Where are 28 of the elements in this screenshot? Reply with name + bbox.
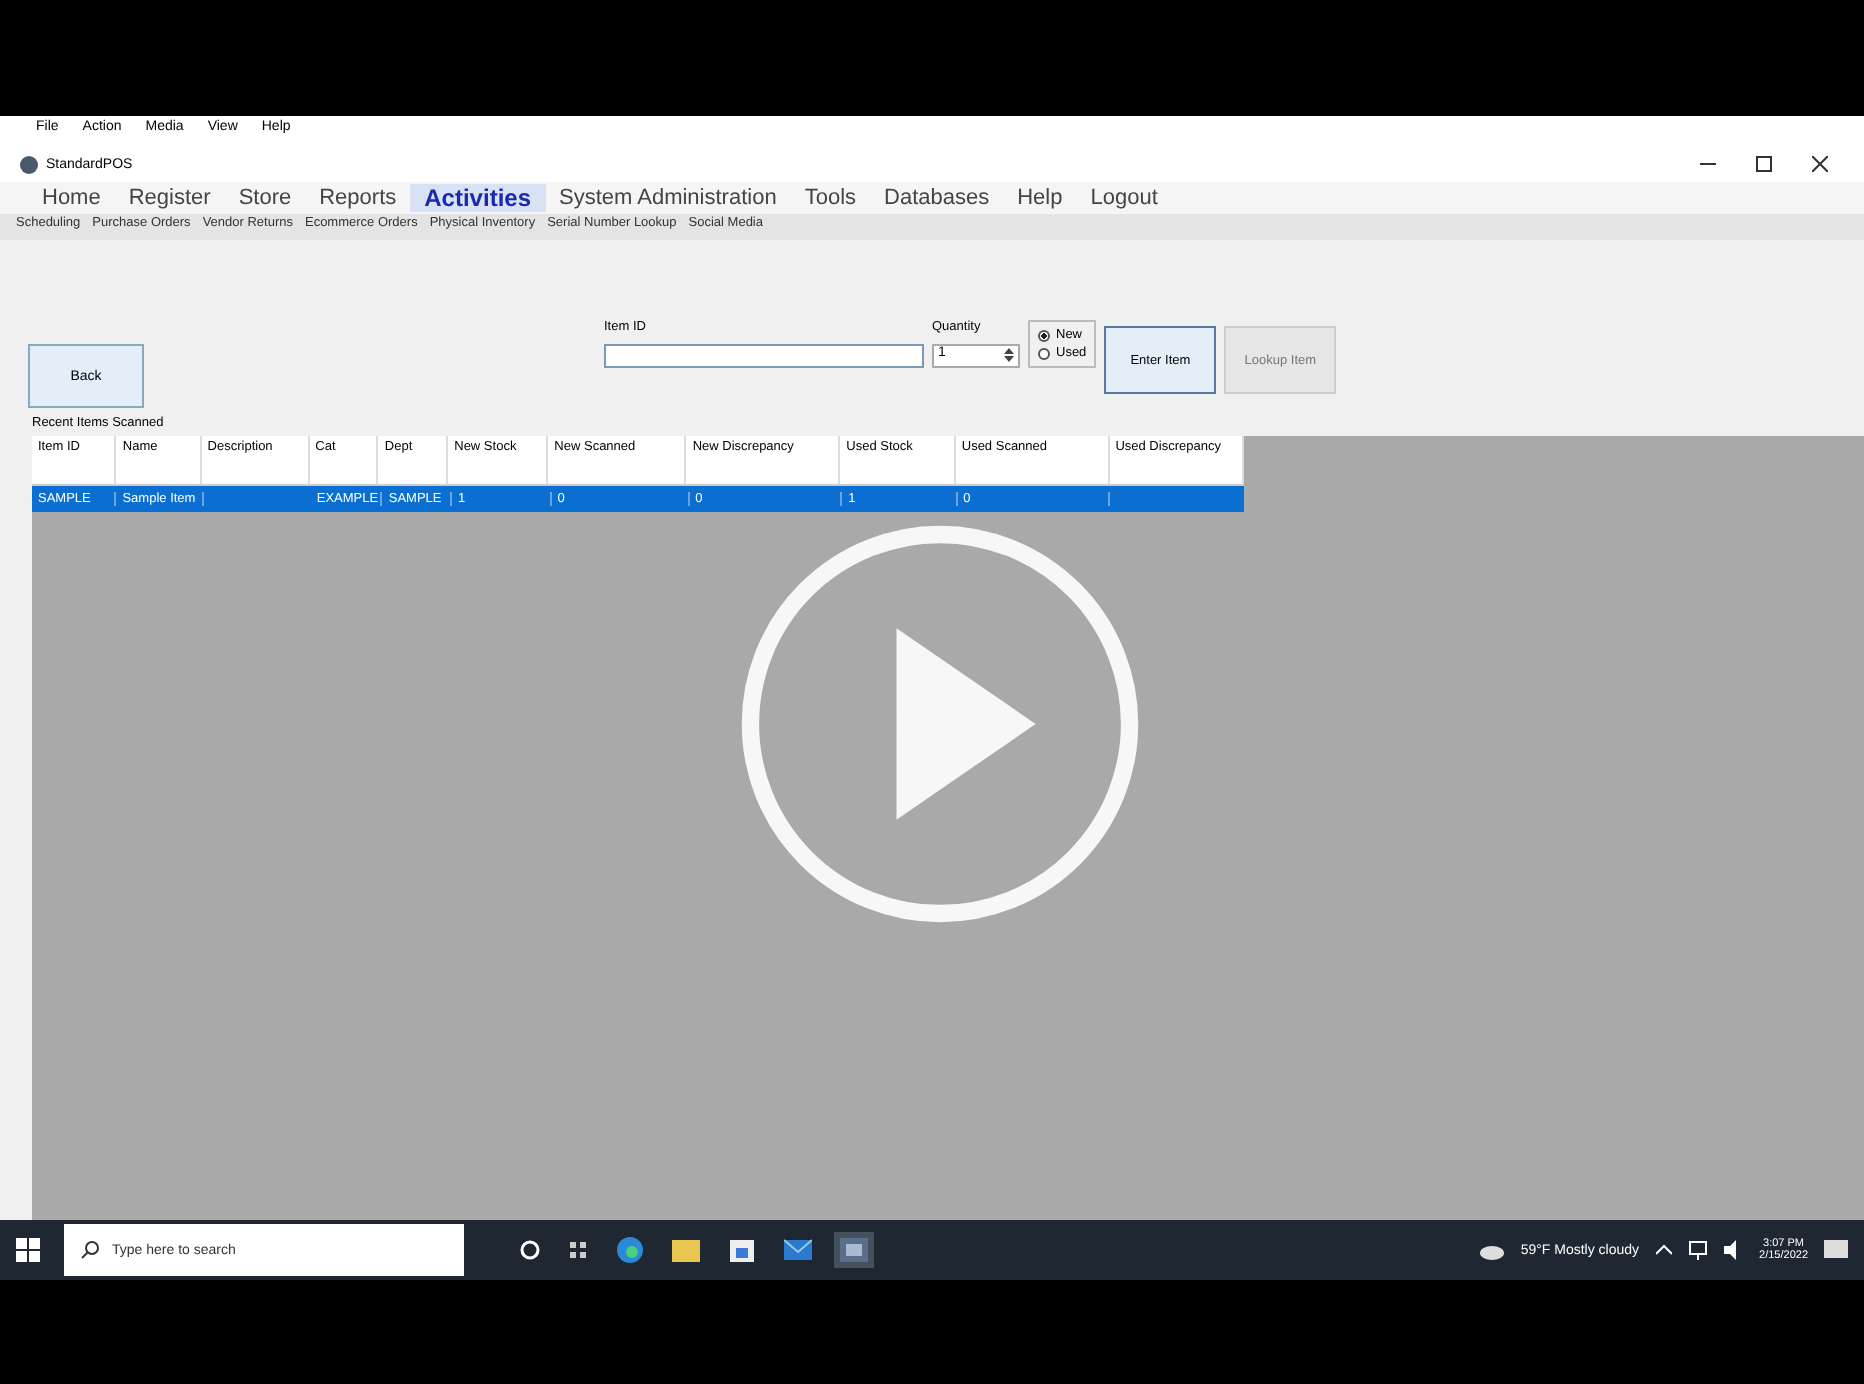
menu-tab[interactable]: Store	[224, 186, 306, 210]
menu-tab[interactable]: Tools	[790, 186, 871, 210]
network-icon[interactable]	[1687, 1240, 1708, 1260]
menu-tab[interactable]: Reports	[305, 186, 411, 210]
weather-icon	[1480, 1241, 1505, 1259]
menu-tab[interactable]: Help	[1003, 186, 1077, 210]
chevron-up-icon[interactable]	[1655, 1244, 1672, 1256]
store-icon[interactable]	[728, 1236, 756, 1264]
menu-tab[interactable]: Activities	[410, 184, 545, 212]
menu-tab[interactable]: Home	[28, 186, 115, 210]
menu-tab[interactable]: Register	[114, 186, 225, 210]
menu-tab[interactable]: Logout	[1076, 186, 1172, 210]
app-icon	[20, 155, 38, 173]
spinner-arrows-icon[interactable]	[1004, 346, 1014, 364]
menu-tab[interactable]: Databases	[870, 186, 1004, 210]
mail-icon[interactable]	[784, 1238, 812, 1262]
notification-icon[interactable]	[1824, 1238, 1848, 1262]
app-window-icon[interactable]	[840, 1238, 868, 1262]
item-id-field[interactable]	[604, 344, 924, 368]
close-icon[interactable]	[1812, 156, 1828, 172]
widgets-icon[interactable]	[568, 1240, 588, 1260]
task-view-icon[interactable]	[520, 1240, 540, 1260]
search-icon	[80, 1240, 100, 1260]
windows-icon[interactable]	[16, 1238, 40, 1262]
maximize-icon[interactable]	[1756, 156, 1772, 172]
menu-tab[interactable]: System Administration	[545, 186, 791, 210]
folder-icon[interactable]	[672, 1238, 700, 1262]
browser-icon[interactable]	[616, 1236, 644, 1264]
